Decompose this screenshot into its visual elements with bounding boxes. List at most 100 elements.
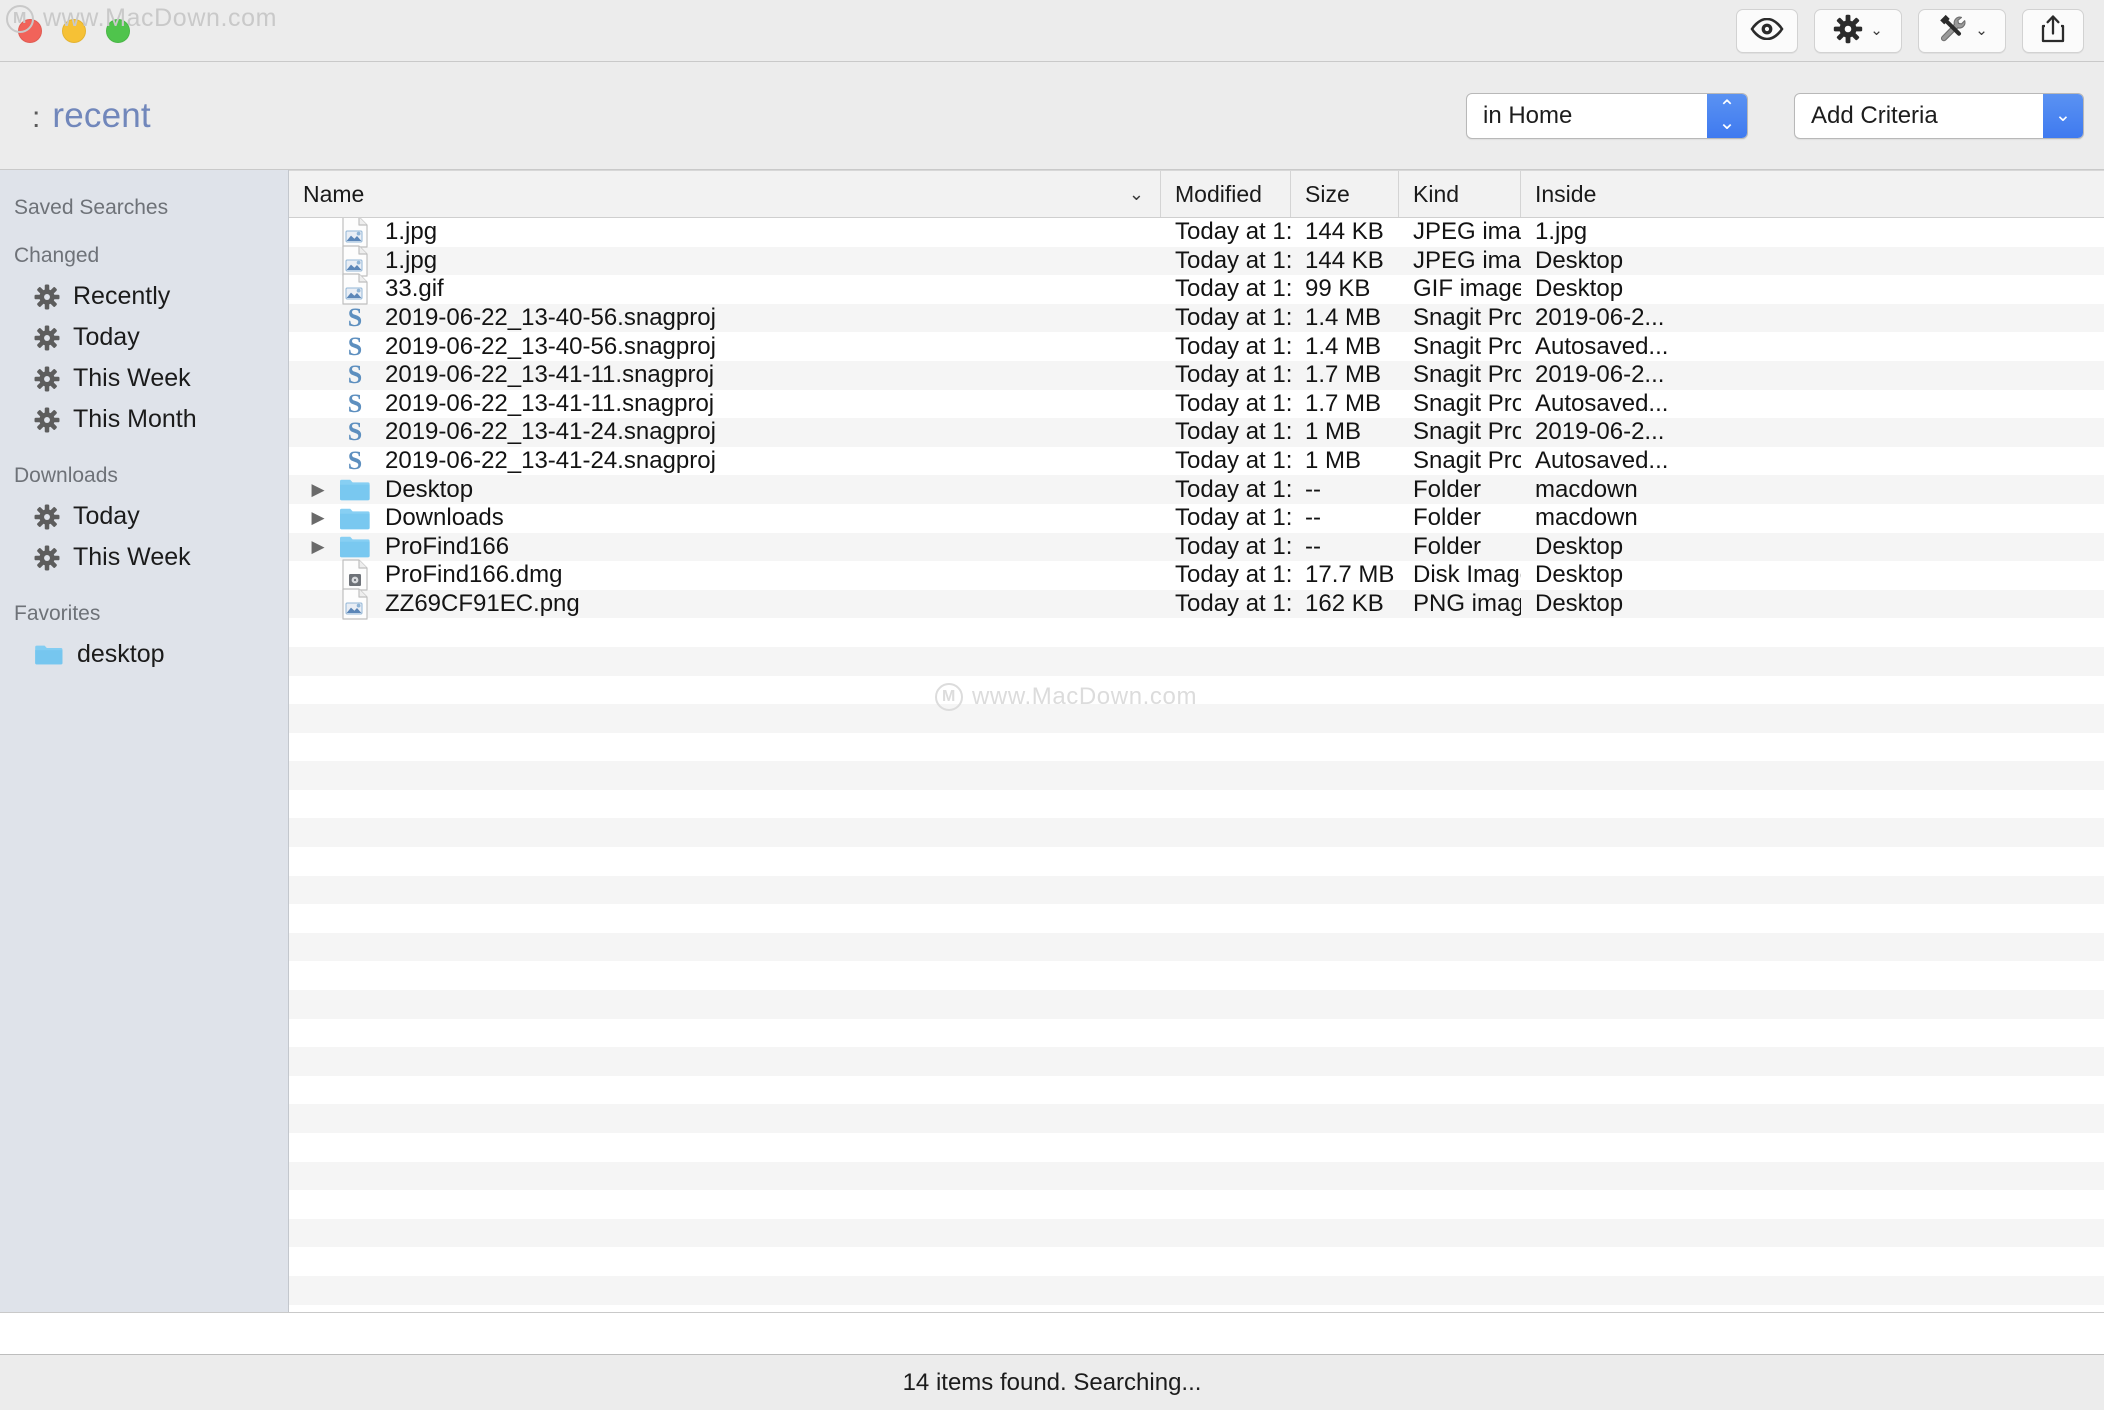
file-name: 2019-06-22_13-41-11.snagproj xyxy=(385,389,715,417)
table-row[interactable]: ▶ ProFind166 Today at 1:3... -- Folder Deskto… xyxy=(289,532,2104,562)
cell-kind: Snagit Proj... xyxy=(1413,418,1521,446)
cell-inside: Desktop xyxy=(1535,246,1624,274)
cell-name: ▶ S 2019-06-22_13-40-56.snagproj xyxy=(289,333,1161,361)
table-row[interactable]: ▶ S 2019-06-22_13-41-11.snagproj Today at 1… xyxy=(289,389,2104,419)
column-header-name[interactable]: Name ⌄ xyxy=(289,171,1161,217)
table-row[interactable]: ▶ S 2019-06-22_13-40-56.snagproj Today at 1… xyxy=(289,303,2104,333)
empty-row xyxy=(289,1018,2104,1048)
disclosure-spacer: ▶ xyxy=(303,565,333,585)
sidebar-item-today[interactable]: Today xyxy=(0,317,288,358)
sidebar-item-this-month[interactable]: This Month xyxy=(0,399,288,440)
cell-name: ▶ S 2019-06-22_13-41-11.snagproj xyxy=(289,390,1161,418)
sidebar-item-desktop[interactable]: desktop xyxy=(0,634,288,675)
table-row[interactable]: ▶ 1.jpg Today at 1:... 144 KB JPEG image 1.jp… xyxy=(289,218,2104,248)
disclosure-triangle-icon[interactable]: ▶ xyxy=(303,508,333,528)
cell-size: 144 KB xyxy=(1305,246,1384,274)
cell-kind: JPEG image xyxy=(1413,218,1521,246)
cell-name: ▶ ZZ69CF91EC.png xyxy=(289,588,1161,620)
tools-icon xyxy=(1936,14,1968,49)
stepper-arrows-icon[interactable]: ⌃ ⌄ xyxy=(1707,93,1747,138)
sidebar-item-label: Today xyxy=(73,323,140,351)
sidebar-groups: Changed Recently Today This Week This Month D… xyxy=(0,244,288,675)
cell-modified: Today at 1:... xyxy=(1175,218,1291,246)
share-icon xyxy=(2040,14,2066,49)
page-title[interactable]: recent xyxy=(52,96,150,136)
sidebar-item-this-week[interactable]: This Week xyxy=(0,537,288,578)
empty-row xyxy=(289,1133,2104,1162)
snagit-file-icon: S xyxy=(347,332,363,361)
cell-size: -- xyxy=(1305,532,1321,560)
table-row[interactable]: ▶ ProFind166.dmg Today at 1:3... 17.7 MB Dis… xyxy=(289,559,2104,592)
table-row[interactable]: ▶ S 2019-06-22_13-41-24.snagproj Today at 1… xyxy=(289,446,2104,476)
sort-chevron-icon[interactable]: ⌄ xyxy=(1129,184,1144,205)
table-row[interactable]: ▶ ZZ69CF91EC.png Today at 1:3... 162 KB PNG … xyxy=(289,588,2104,620)
sidebar-group-title-favorites: Favorites xyxy=(14,602,101,625)
tools-button[interactable]: ⌄ xyxy=(1918,9,2006,53)
sidebar-item-recently[interactable]: Recently xyxy=(0,276,288,317)
cell-inside: macdown xyxy=(1535,475,1638,503)
table-row[interactable]: ▶ 33.gif Today at 1:3... 99 KB GIF image Desk… xyxy=(289,273,2104,306)
column-header-inside[interactable]: Inside xyxy=(1521,171,2104,217)
cell-size: -- xyxy=(1305,475,1321,503)
disclosure-spacer: ▶ xyxy=(303,222,333,242)
cell-kind: Snagit Proj... xyxy=(1413,447,1521,475)
cell-size: 1.7 MB xyxy=(1305,361,1382,389)
disclosure-spacer: ▶ xyxy=(303,337,333,357)
cell-modified: Today at 1:4... xyxy=(1175,361,1291,389)
cell-kind: GIF image xyxy=(1413,275,1521,303)
status-bar: 14 items found. Searching... xyxy=(0,1354,2104,1410)
empty-row xyxy=(289,1075,2104,1105)
chevron-down-icon[interactable]: ⌄ xyxy=(2043,93,2083,138)
cell-name: ▶ ProFind166.dmg xyxy=(289,559,1161,592)
disclosure-triangle-icon[interactable]: ▶ xyxy=(303,480,333,500)
gear-icon xyxy=(34,366,60,392)
table-row[interactable]: ▶ S 2019-06-22_13-41-24.snagproj Today at 1… xyxy=(289,418,2104,447)
chevron-down-icon: ⌄ xyxy=(1870,21,1883,39)
empty-row xyxy=(289,618,2104,647)
empty-row xyxy=(289,818,2104,848)
settings-button[interactable]: ⌄ xyxy=(1814,9,1902,53)
preview-button[interactable] xyxy=(1736,9,1798,53)
cell-size: 99 KB xyxy=(1305,275,1371,303)
column-header-size[interactable]: Size xyxy=(1291,171,1399,217)
gear-icon xyxy=(34,545,60,571)
table-row[interactable]: ▶ 1.jpg Today at 1:... 144 KB JPEG image Desk… xyxy=(289,245,2104,277)
empty-row xyxy=(289,990,2104,1019)
cell-size: 17.7 MB xyxy=(1305,561,1395,589)
cell-kind: Snagit Proj... xyxy=(1413,361,1521,389)
table-row[interactable]: ▶ Desktop Today at 1:3... -- Folder macdown xyxy=(289,475,2104,504)
minimize-button[interactable] xyxy=(62,18,86,43)
table-row[interactable]: ▶ S 2019-06-22_13-40-56.snagproj Today at 1… xyxy=(289,332,2104,361)
file-name: 33.gif xyxy=(385,275,444,303)
sidebar-item-this-week[interactable]: This Week xyxy=(0,358,288,399)
file-name: 2019-06-22_13-41-24.snagproj xyxy=(385,447,716,475)
cell-name: ▶ S 2019-06-22_13-41-24.snagproj xyxy=(289,418,1161,446)
close-button[interactable] xyxy=(18,18,42,43)
add-criteria-select[interactable]: Add Criteria ⌄ xyxy=(1794,92,2084,139)
cell-inside: 2019-06-2... xyxy=(1535,418,1665,446)
cell-inside: Desktop xyxy=(1535,590,1624,618)
cell-kind: Folder xyxy=(1413,504,1482,532)
column-header-modified[interactable]: Modified xyxy=(1161,171,1291,217)
cell-inside: Autosaved... xyxy=(1535,389,1669,417)
cell-kind: Snagit Proj... xyxy=(1413,332,1521,360)
disclosure-triangle-icon[interactable]: ▶ xyxy=(303,537,333,557)
image-file-icon xyxy=(333,273,377,306)
empty-row xyxy=(289,704,2104,733)
share-button[interactable] xyxy=(2022,9,2084,53)
snagit-file-icon: S xyxy=(347,418,363,447)
zoom-button[interactable] xyxy=(106,18,130,43)
table-row[interactable]: ▶ S 2019-06-22_13-41-11.snagproj Today at 1… xyxy=(289,360,2104,390)
search-scope-select[interactable]: in Home ⌃ ⌄ xyxy=(1466,92,1748,139)
table-row[interactable]: ▶ Downloads Today at 1:3... -- Folder macdown xyxy=(289,503,2104,533)
file-name: 1.jpg xyxy=(385,246,438,274)
eye-icon xyxy=(1750,17,1784,45)
cell-modified: Today at 1:... xyxy=(1175,304,1291,332)
cell-size: 144 KB xyxy=(1305,218,1384,246)
cell-inside: Autosaved... xyxy=(1535,332,1669,360)
cell-name: ▶ S 2019-06-22_13-41-11.snagproj xyxy=(289,361,1161,389)
cell-inside: 2019-06-2... xyxy=(1535,304,1665,332)
sidebar-item-today[interactable]: Today xyxy=(0,496,288,537)
folder-icon xyxy=(333,477,377,502)
column-header-kind[interactable]: Kind xyxy=(1399,171,1521,217)
